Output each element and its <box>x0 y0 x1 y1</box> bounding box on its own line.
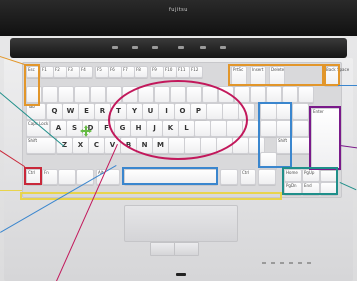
key-label: F10 <box>165 67 173 72</box>
status-indicator <box>307 262 311 264</box>
key-f3[interactable]: F3 <box>66 66 80 78</box>
keyboard-key[interactable] <box>292 103 309 120</box>
key-label: C <box>93 141 100 149</box>
strip-button-icon[interactable] <box>152 46 158 49</box>
key-label: Q <box>51 107 58 115</box>
callout-line-yellow <box>0 190 22 191</box>
key-label: A <box>55 124 62 132</box>
key-e[interactable]: E <box>78 103 95 120</box>
key-label: V <box>109 141 116 149</box>
highlight-function-right <box>228 64 326 86</box>
keyboard-key[interactable] <box>298 86 314 103</box>
key-a[interactable]: A <box>50 120 67 137</box>
key-label: F4 <box>81 67 86 72</box>
key-shift-left[interactable]: Shift <box>26 137 56 154</box>
key-f10[interactable]: F10 <box>163 66 177 78</box>
keyboard-key[interactable] <box>90 86 106 103</box>
key-f6[interactable]: F6 <box>108 66 122 78</box>
key-x[interactable]: X <box>72 137 89 154</box>
key-label: F7 <box>123 67 128 72</box>
callout-line-right-blue <box>338 85 357 86</box>
key-label: F3 <box>68 67 73 72</box>
highlight-arrow-keys <box>282 167 338 195</box>
highlight-space-row <box>122 167 218 185</box>
highlight-ctrl-left <box>24 167 42 185</box>
strip-button-icon[interactable] <box>178 46 184 49</box>
highlight-backspace <box>322 64 340 86</box>
keyboard-key[interactable] <box>74 86 90 103</box>
keyboard-key[interactable] <box>258 169 276 185</box>
key-label: F6 <box>110 67 115 72</box>
key-label: F9 <box>152 67 157 72</box>
keyboard-key[interactable] <box>42 86 58 103</box>
highlight-esc-area <box>24 64 40 106</box>
key-label: F12 <box>191 67 199 72</box>
key-label: E <box>84 107 89 115</box>
touchpad-left-button[interactable] <box>150 242 175 256</box>
key-label: Shift <box>28 138 38 143</box>
keyboard-key[interactable] <box>58 86 74 103</box>
keyboard-key[interactable] <box>58 169 76 185</box>
key-label: Fn <box>44 170 49 175</box>
laptop-photo: fujitsu Esc F1 F2 F3 F4 F5 F6 F7 F8 F9 F10 F11 F12 Pr… <box>0 0 357 281</box>
key-label: F8 <box>136 67 141 72</box>
strip-button-icon[interactable] <box>112 46 118 49</box>
key-f9[interactable]: F9 <box>150 66 164 78</box>
key-f7[interactable]: F7 <box>121 66 135 78</box>
key-label: F11 <box>178 67 186 72</box>
keyboard-key[interactable] <box>250 86 266 103</box>
highlight-enter <box>309 106 341 170</box>
highlight-home-row-ellipse <box>108 80 248 160</box>
status-indicator <box>262 262 266 264</box>
keyboard-key[interactable] <box>282 86 298 103</box>
hinge-glyph <box>176 273 186 276</box>
highlight-bracket-keys <box>258 102 292 168</box>
status-indicator <box>280 262 284 264</box>
key-label: Ctrl <box>242 170 250 175</box>
key-f2[interactable]: F2 <box>53 66 67 78</box>
strip-button-icon[interactable] <box>200 46 206 49</box>
key-w[interactable]: W <box>62 103 79 120</box>
key-label: F2 <box>55 67 60 72</box>
keyboard-key[interactable] <box>266 86 282 103</box>
laptop-lid: fujitsu <box>0 0 357 36</box>
key-f5[interactable]: F5 <box>95 66 109 78</box>
key-f1[interactable]: F1 <box>40 66 54 78</box>
key-capslock[interactable]: Caps Lock <box>26 120 50 137</box>
keyboard-key[interactable] <box>292 120 309 137</box>
key-label: F5 <box>97 67 102 72</box>
key-f8[interactable]: F8 <box>134 66 148 78</box>
key-f12[interactable]: F12 <box>189 66 203 78</box>
touchpad[interactable] <box>124 205 238 242</box>
status-indicator <box>298 262 302 264</box>
brand-logo: fujitsu <box>169 7 188 13</box>
key-f4[interactable]: F4 <box>79 66 93 78</box>
strip-button-icon[interactable] <box>132 46 138 49</box>
strip-button-icon[interactable] <box>220 46 226 49</box>
status-indicator <box>271 262 275 264</box>
key-q[interactable]: Q <box>46 103 63 120</box>
key-label: F1 <box>42 67 47 72</box>
touchpad-right-button[interactable] <box>174 242 199 256</box>
four-way-arrow-icon <box>80 125 92 137</box>
status-indicator <box>289 262 293 264</box>
key-label: X <box>77 141 84 149</box>
key-c[interactable]: C <box>88 137 105 154</box>
key-ctrl-right[interactable]: Ctrl <box>240 169 256 185</box>
media-strip <box>10 38 347 58</box>
key-fn[interactable]: Fn <box>42 169 58 185</box>
keyboard-key[interactable] <box>220 169 238 185</box>
key-label: W <box>66 107 75 115</box>
key-f11[interactable]: F11 <box>176 66 190 78</box>
